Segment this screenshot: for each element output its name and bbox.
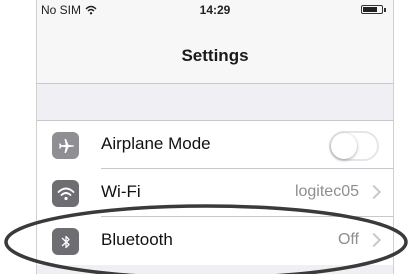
bluetooth-status-value: Off: [337, 231, 359, 248]
status-time: 14:29: [199, 3, 231, 17]
settings-row-airplane-mode[interactable]: Airplane Mode: [37, 121, 393, 169]
battery-fill: [363, 7, 377, 12]
page-title: Settings: [181, 46, 249, 65]
airplane-mode-toggle[interactable]: [329, 131, 379, 161]
settings-row-bluetooth[interactable]: Bluetooth Off: [37, 217, 393, 265]
chevron-right-icon: [366, 184, 382, 200]
status-bar: No SIM 14:29: [37, 0, 393, 20]
wifi-network-value: logitec05: [294, 183, 359, 200]
bluetooth-label: Bluetooth: [101, 230, 173, 249]
airplane-mode-label: Airplane Mode: [101, 134, 211, 153]
settings-group: Airplane Mode Wi-Fi logitec05 Bluetooth …: [37, 120, 393, 265]
toggle-knob: [331, 133, 357, 159]
navigation-bar: Settings: [37, 20, 393, 84]
wifi-icon: [52, 180, 79, 207]
settings-row-wifi[interactable]: Wi-Fi logitec05: [37, 169, 393, 217]
bluetooth-icon: [52, 228, 79, 255]
battery-icon: [361, 5, 386, 14]
airplane-icon: [52, 132, 79, 159]
phone-screen: No SIM 14:29 Settings Airplane Mode Wi-F…: [36, 0, 394, 274]
chevron-right-icon: [366, 232, 382, 248]
wifi-label: Wi-Fi: [101, 182, 141, 201]
